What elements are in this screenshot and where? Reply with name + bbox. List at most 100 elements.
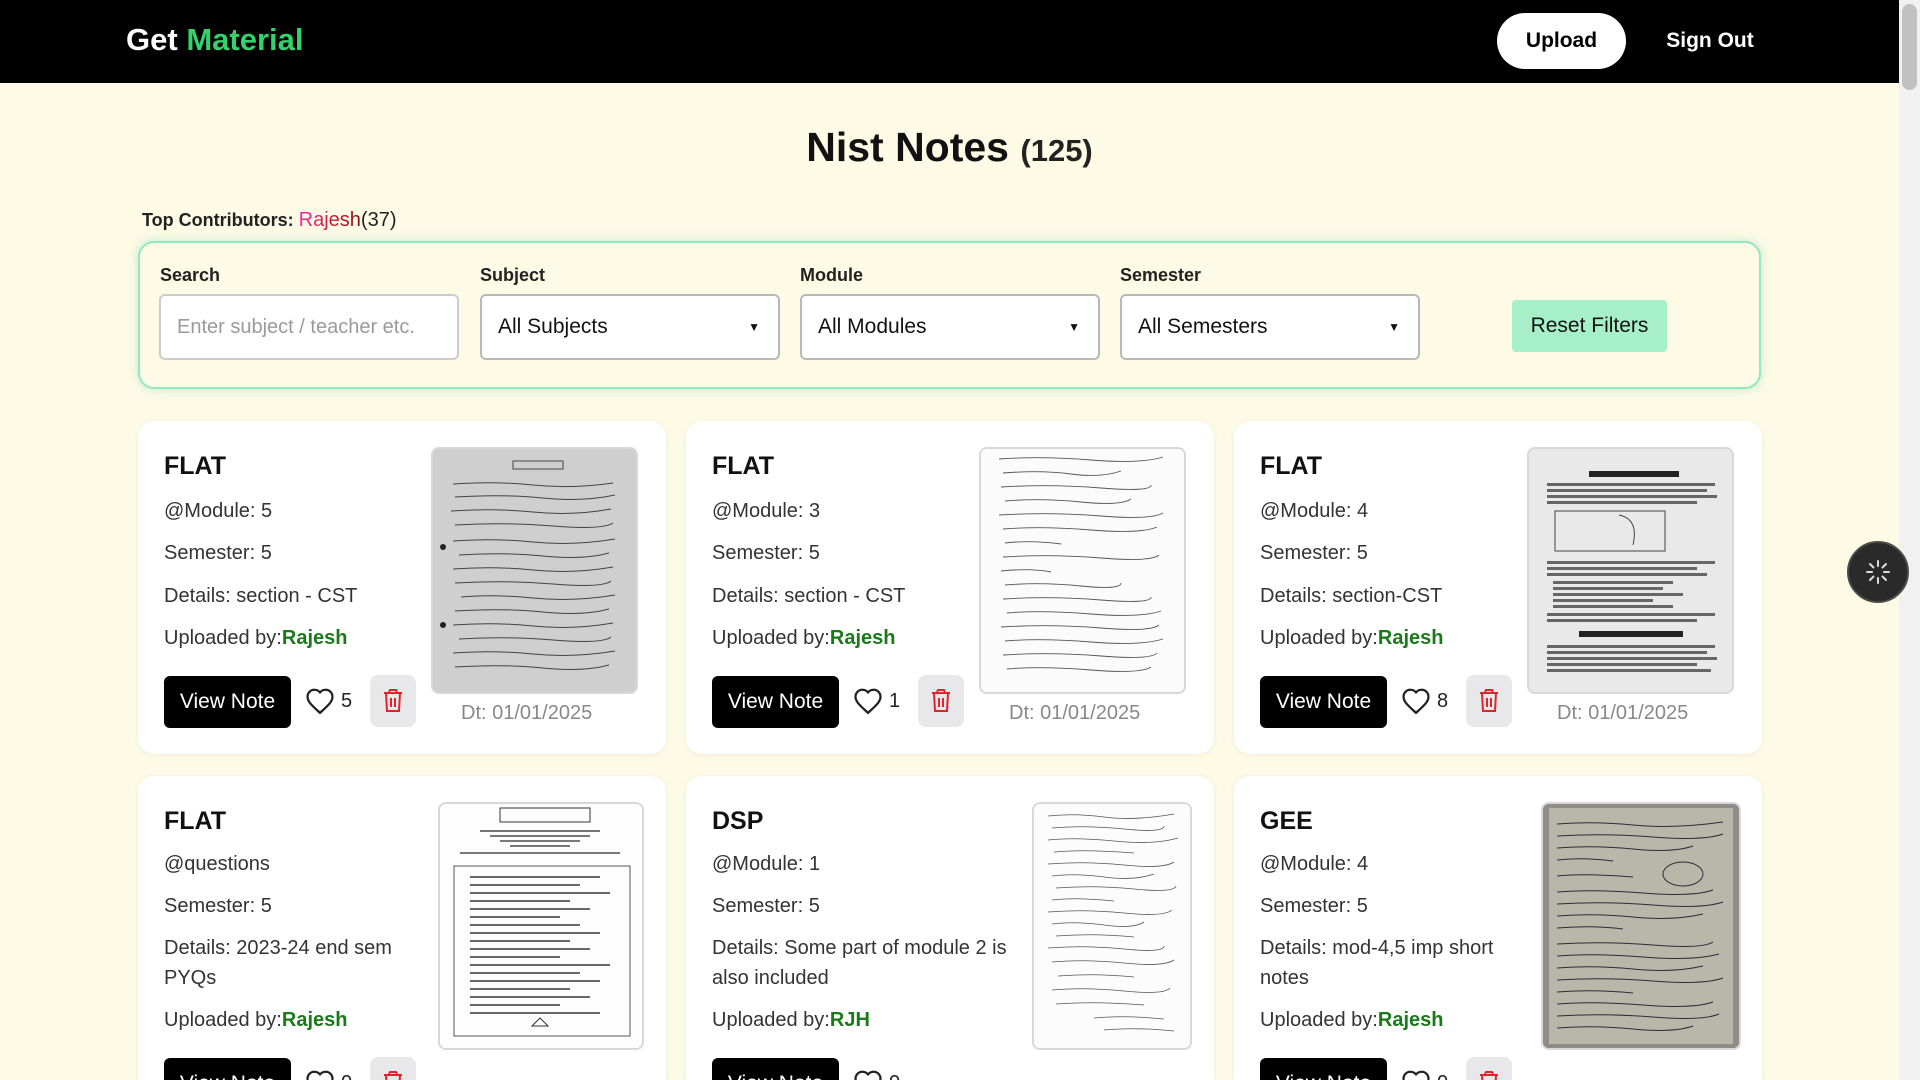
like-count: 8: [1437, 689, 1449, 712]
heart-icon[interactable]: [1401, 687, 1431, 715]
handwritten-note-image: [433, 449, 636, 692]
note-thumbnail[interactable]: [1527, 447, 1734, 694]
handwritten-note-photo: [1543, 804, 1739, 1048]
card-semester: Semester: 5: [164, 542, 272, 564]
card-details: Details: section-CST: [1260, 585, 1443, 607]
uploader-name[interactable]: Rajesh: [282, 627, 348, 649]
card-module: @Module: 1: [712, 853, 821, 875]
heart-icon[interactable]: [853, 687, 883, 715]
note-thumbnail[interactable]: [979, 447, 1186, 694]
card-date: Dt: 01/01/2025: [1009, 702, 1141, 724]
sign-out-button[interactable]: Sign Out: [1660, 13, 1760, 69]
heart-icon[interactable]: [1401, 1069, 1431, 1080]
note-thumbnail[interactable]: [1541, 802, 1741, 1050]
card-semester: Semester: 5: [1260, 895, 1368, 917]
card-uploader: Uploaded by:Rajesh: [1260, 1005, 1443, 1035]
view-note-button[interactable]: View Note: [164, 1058, 291, 1080]
card-details: Details: section - CST: [712, 585, 906, 607]
like-count: 0: [341, 1072, 352, 1080]
like-control[interactable]: 0: [853, 1069, 900, 1080]
uploader-name[interactable]: Rajesh: [282, 1009, 348, 1031]
spinner-icon: [1866, 560, 1890, 584]
note-card: FLAT @Module: 4 Semester: 5 Details: sec…: [1234, 421, 1762, 754]
note-card: FLAT @questions Semester: 5 Details: 202…: [138, 776, 666, 1080]
module-select-value: All Modules: [818, 315, 927, 338]
heart-icon[interactable]: [305, 687, 335, 715]
card-subject: FLAT: [164, 807, 227, 835]
like-count: 1: [889, 689, 901, 712]
uploaded-by-label: Uploaded by:: [712, 627, 830, 649]
like-count: 0: [1437, 1072, 1448, 1080]
view-note-button[interactable]: View Note: [712, 1058, 839, 1080]
like-control[interactable]: 1: [853, 687, 900, 715]
delete-button[interactable]: [370, 675, 416, 727]
card-module: @Module: 3: [712, 500, 821, 522]
chevron-down-icon: ▼: [1388, 320, 1400, 334]
uploaded-by-label: Uploaded by:: [164, 627, 282, 649]
uploaded-by-label: Uploaded by:: [1260, 1009, 1378, 1031]
brand-logo[interactable]: Get Material: [126, 22, 303, 58]
view-note-button[interactable]: View Note: [712, 676, 839, 728]
scrollbar-thumb[interactable]: [1902, 4, 1917, 90]
trash-icon: [384, 1071, 402, 1080]
trash-icon: [1480, 1071, 1498, 1080]
handwritten-note-image: [981, 449, 1184, 692]
heart-icon[interactable]: [305, 1069, 335, 1080]
card-subject: DSP: [712, 807, 764, 835]
view-note-button[interactable]: View Note: [164, 676, 291, 728]
upload-button[interactable]: Upload: [1497, 13, 1626, 69]
card-semester: Semester: 5: [712, 895, 820, 917]
trash-icon: [1480, 689, 1498, 712]
card-uploader: Uploaded by:Rajesh: [164, 1005, 347, 1035]
top-contributor-count: (37): [360, 209, 397, 231]
card-subject: FLAT: [712, 452, 775, 480]
delete-button[interactable]: [370, 1057, 416, 1080]
uploaded-by-label: Uploaded by:: [1260, 627, 1378, 649]
uploader-name[interactable]: Rajesh: [1378, 1009, 1444, 1031]
view-note-button[interactable]: View Note: [1260, 1058, 1387, 1080]
card-details-line-2: notes: [1260, 967, 1309, 989]
like-control[interactable]: 0: [1401, 1069, 1448, 1080]
view-note-button[interactable]: View Note: [1260, 676, 1387, 728]
card-uploader: Uploaded by:Rajesh: [1260, 623, 1443, 653]
top-contributor-name: Rajesh: [298, 209, 361, 231]
card-subject: FLAT: [164, 452, 227, 480]
note-card: DSP @Module: 1 Semester: 5 Details: Some…: [686, 776, 1214, 1080]
card-details-line-1: Details: mod-4,5 imp short: [1260, 937, 1494, 959]
search-label: Search: [160, 265, 221, 285]
uploader-name[interactable]: RJH: [830, 1009, 870, 1031]
card-semester: Semester: 5: [712, 542, 820, 564]
like-control[interactable]: 8: [1401, 687, 1448, 715]
note-thumbnail[interactable]: [438, 802, 644, 1050]
trash-icon: [932, 689, 950, 712]
like-control[interactable]: 5: [305, 687, 352, 715]
card-details-line-2: also included: [712, 967, 829, 989]
delete-button[interactable]: [1466, 675, 1512, 727]
uploader-name[interactable]: Rajesh: [830, 627, 896, 649]
card-semester: Semester: 5: [1260, 542, 1368, 564]
note-thumbnail[interactable]: [431, 447, 638, 694]
reset-filters-button[interactable]: Reset Filters: [1512, 300, 1667, 352]
notes-count: (125): [1020, 133, 1093, 168]
card-module: @Module: 4: [1260, 500, 1369, 522]
top-contributors: Top Contributors: Rajesh(37): [142, 209, 397, 232]
semester-select[interactable]: All Semesters ▼: [1120, 294, 1420, 360]
card-uploader: Uploaded by:Rajesh: [164, 623, 347, 653]
page-title-text: Nist Notes: [806, 124, 1009, 170]
heart-icon[interactable]: [853, 1069, 883, 1080]
search-input[interactable]: [159, 294, 459, 360]
note-thumbnail[interactable]: [1032, 802, 1192, 1050]
like-control[interactable]: 0: [305, 1069, 352, 1080]
uploader-name[interactable]: Rajesh: [1378, 627, 1444, 649]
delete-button[interactable]: [918, 675, 964, 727]
card-uploader: Uploaded by:RJH: [712, 1005, 870, 1035]
subject-select[interactable]: All Subjects ▼: [480, 294, 780, 360]
page-scrollbar[interactable]: [1899, 0, 1920, 1080]
card-module: @Module: 4: [1260, 853, 1369, 875]
module-label: Module: [800, 265, 863, 285]
delete-button[interactable]: [1466, 1057, 1512, 1080]
floating-action-button[interactable]: [1847, 541, 1909, 603]
module-select[interactable]: All Modules ▼: [800, 294, 1100, 360]
chevron-down-icon: ▼: [1068, 320, 1080, 334]
page-title: Nist Notes (125): [0, 124, 1899, 171]
